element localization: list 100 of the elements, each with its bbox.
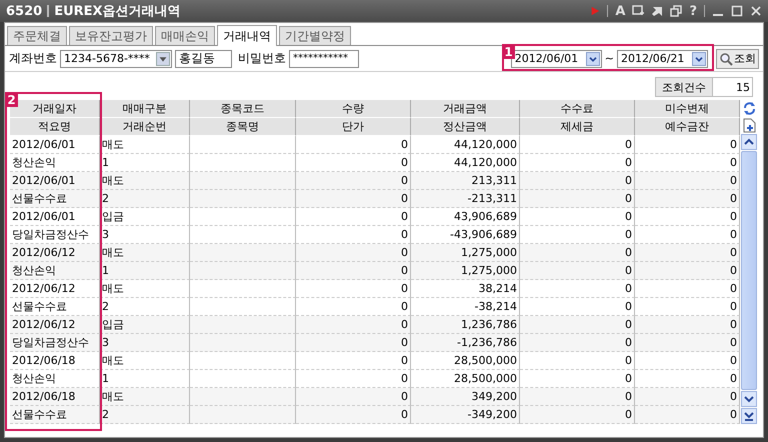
table-cell: 28,500,000 bbox=[411, 352, 520, 370]
add-document-icon[interactable] bbox=[742, 118, 756, 133]
table-cell: 0 bbox=[520, 280, 635, 298]
chevron-down-icon bbox=[744, 395, 754, 403]
table-cell: 0 bbox=[635, 244, 740, 262]
table-cell: 1,275,000 bbox=[411, 244, 520, 262]
chevron-down-icon[interactable] bbox=[586, 52, 600, 66]
tab[interactable]: 거래내역 bbox=[217, 25, 277, 46]
table-cell: 0 bbox=[296, 190, 411, 208]
table-cell: 2012/06/12 bbox=[10, 316, 100, 334]
table-cell: 2012/06/01 bbox=[10, 136, 100, 154]
table-cell: 0 bbox=[635, 280, 740, 298]
table-cell: 213,311 bbox=[411, 172, 520, 190]
column-header: 정산금액 bbox=[411, 118, 520, 136]
table-cell: 0 bbox=[635, 208, 740, 226]
table-cell: 0 bbox=[635, 388, 740, 406]
tab[interactable]: 매매손익 bbox=[155, 26, 215, 45]
table-cell: 0 bbox=[296, 208, 411, 226]
refresh-icon[interactable] bbox=[742, 101, 756, 116]
range-separator: ~ bbox=[604, 52, 614, 65]
column-header: 적요명 bbox=[10, 118, 100, 136]
table-cell: 2012/06/01 bbox=[10, 208, 100, 226]
column-header: 수량 bbox=[296, 100, 411, 118]
table-cell: 0 bbox=[520, 352, 635, 370]
restore-icon[interactable] bbox=[670, 5, 682, 17]
table-cell: 0 bbox=[296, 244, 411, 262]
column-header: 거래순번 bbox=[100, 118, 190, 136]
table-cell: 0 bbox=[296, 388, 411, 406]
table-cell: 0 bbox=[520, 334, 635, 352]
table-cell: 0 bbox=[296, 280, 411, 298]
table-cell: 0 bbox=[520, 406, 635, 424]
tab[interactable]: 기간별약정 bbox=[279, 26, 351, 45]
table-cell: 43,906,689 bbox=[411, 208, 520, 226]
tab[interactable]: 보유잔고평가 bbox=[69, 26, 153, 45]
font-button[interactable]: A bbox=[615, 4, 626, 18]
table-cell: 0 bbox=[520, 136, 635, 154]
password-label: 비밀번호 bbox=[238, 50, 286, 67]
table-cell: -1,236,786 bbox=[411, 334, 520, 352]
column-header: 예수금잔 bbox=[635, 118, 740, 136]
scroll-up-button[interactable] bbox=[741, 134, 757, 150]
table-cell: 44,120,000 bbox=[411, 136, 520, 154]
table-cell: 2012/06/18 bbox=[10, 352, 100, 370]
table-cell: 1 bbox=[100, 262, 190, 280]
table-cell: 0 bbox=[635, 352, 740, 370]
account-dropdown[interactable]: 1234-5678-**** bbox=[60, 50, 172, 68]
chevron-down-icon[interactable] bbox=[692, 52, 706, 66]
table-cell: 청산손익 bbox=[10, 262, 100, 280]
table-cell: 2012/06/18 bbox=[10, 388, 100, 406]
scrollbar-thumb[interactable] bbox=[741, 151, 757, 390]
callout-number: 2 bbox=[5, 92, 18, 107]
maximize-icon[interactable] bbox=[731, 5, 743, 17]
table-cell: 0 bbox=[296, 262, 411, 280]
close-icon[interactable] bbox=[750, 5, 762, 17]
end-date-dropdown[interactable]: 2012/06/21 bbox=[617, 50, 708, 68]
column-header: 단가 bbox=[296, 118, 411, 136]
table-cell: 2 bbox=[100, 190, 190, 208]
table-cell: 선물수수료 bbox=[10, 406, 100, 424]
chevron-up-icon bbox=[744, 138, 754, 146]
table-cell: 38,214 bbox=[411, 280, 520, 298]
table-cell: 0 bbox=[296, 334, 411, 352]
column-header: 종목명 bbox=[190, 118, 296, 136]
count-value: 15 bbox=[713, 77, 753, 97]
column-header: 매매구분 bbox=[100, 100, 190, 118]
table-cell: 0 bbox=[296, 316, 411, 334]
help-button[interactable]: ? bbox=[689, 4, 697, 18]
table-cell: 0 bbox=[635, 190, 740, 208]
table-cell: 매도 bbox=[100, 388, 190, 406]
table-cell: 0 bbox=[520, 190, 635, 208]
table-cell: 1,275,000 bbox=[411, 262, 520, 280]
table-cell: 0 bbox=[296, 136, 411, 154]
callout-number: 1 bbox=[502, 44, 515, 59]
password-field[interactable]: *********** bbox=[289, 50, 359, 68]
table-cell: 0 bbox=[520, 388, 635, 406]
tab[interactable]: 주문체결 bbox=[7, 26, 67, 45]
column-header: 미수변제 bbox=[635, 100, 740, 118]
table-cell: 입금 bbox=[100, 208, 190, 226]
table-cell: 선물수수료 bbox=[10, 190, 100, 208]
table-cell: 2012/06/01 bbox=[10, 172, 100, 190]
arrow-icon[interactable] bbox=[651, 5, 664, 17]
count-label: 조회건수 bbox=[655, 77, 713, 97]
scroll-to-end-button[interactable] bbox=[741, 408, 757, 424]
table-cell: 1,236,786 bbox=[411, 316, 520, 334]
new-window-icon[interactable] bbox=[632, 5, 644, 17]
start-date-dropdown[interactable]: 2012/06/01 bbox=[510, 50, 602, 68]
screen-number: 6520 bbox=[6, 4, 42, 18]
table-cell: 매도 bbox=[100, 352, 190, 370]
table-cell: -349,200 bbox=[411, 406, 520, 424]
table-cell: 2012/06/12 bbox=[10, 280, 100, 298]
column-header: 거래금액 bbox=[411, 100, 520, 118]
table-cell: 0 bbox=[635, 262, 740, 280]
window-title: EUREX옵션거래내역 bbox=[54, 3, 181, 20]
search-button[interactable]: 조회 bbox=[716, 48, 759, 68]
table-cell: 매도 bbox=[100, 136, 190, 154]
table-cell: 0 bbox=[635, 406, 740, 424]
table-cell: 0 bbox=[635, 136, 740, 154]
table-cell: 0 bbox=[296, 406, 411, 424]
scroll-down-button[interactable] bbox=[741, 391, 757, 407]
table-cell: 0 bbox=[520, 244, 635, 262]
table-cell: 0 bbox=[520, 262, 635, 280]
table-cell: 349,200 bbox=[411, 388, 520, 406]
